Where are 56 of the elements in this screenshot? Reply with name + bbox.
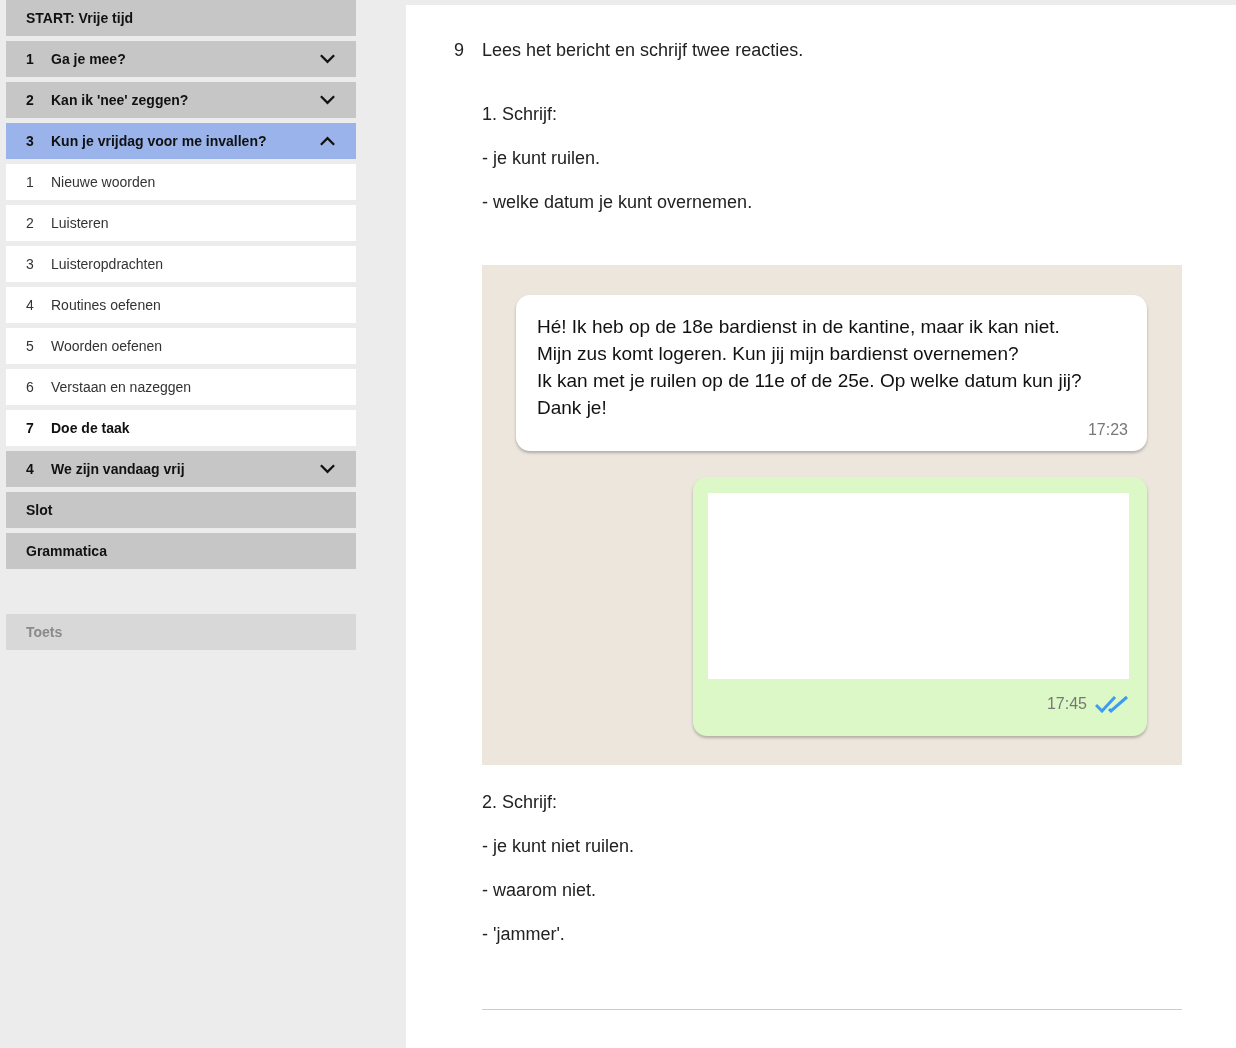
- bullet-text: - welke datum je kunt overnemen.: [482, 191, 754, 213]
- chapter-label: We zijn vandaag vrij: [51, 461, 186, 477]
- chapter-number: 4: [26, 461, 35, 477]
- lesson-item[interactable]: 2 Luisteren: [6, 205, 356, 241]
- section-item[interactable]: Grammatica: [6, 533, 356, 569]
- lesson-number: 3: [26, 256, 35, 272]
- chapter-item[interactable]: 1 Ga je mee?: [6, 41, 356, 77]
- part-heading: 2. Schrijf:: [482, 791, 559, 813]
- bullet-text: - je kunt ruilen.: [482, 147, 602, 169]
- section-label: Slot: [26, 502, 54, 518]
- reply-time: 17:45: [1046, 695, 1087, 713]
- section-label: Grammatica: [26, 543, 108, 559]
- lesson-item[interactable]: 7 Doe de taak: [6, 410, 356, 446]
- chapter-item[interactable]: 4 We zijn vandaag vrij: [6, 451, 356, 487]
- lesson-number: 1: [26, 174, 35, 190]
- lesson-label: Doe de taak: [51, 420, 131, 436]
- part-heading: 1. Schrijf:: [482, 103, 559, 125]
- section-item[interactable]: Slot: [6, 492, 356, 528]
- chevron-down-icon[interactable]: [319, 53, 336, 65]
- lesson-item[interactable]: 3 Luisteropdrachten: [6, 246, 356, 282]
- section-item[interactable]: START: Vrije tijd: [6, 0, 356, 36]
- lesson-number: 2: [26, 215, 35, 231]
- bullet-text: - 'jammer'.: [482, 923, 566, 945]
- lesson-label: Routines oefenen: [51, 297, 162, 313]
- lesson-number: 4: [26, 297, 35, 313]
- lesson-number: 7: [26, 420, 35, 436]
- exercise-instruction: Lees het bericht en schrijf twee reacties.: [482, 40, 804, 61]
- chevron-up-icon[interactable]: [319, 135, 336, 147]
- chapter-label: Kun je vrijdag voor me invallen?: [51, 133, 268, 149]
- chapter-item[interactable]: 2 Kan ik 'nee' zeggen?: [6, 82, 356, 118]
- test-label: Toets: [26, 624, 64, 640]
- lesson-label: Nieuwe woorden: [51, 174, 157, 190]
- message-time: 17:23: [1087, 421, 1128, 439]
- chapter-number: 2: [26, 92, 35, 108]
- lesson-item[interactable]: 4 Routines oefenen: [6, 287, 356, 323]
- lesson-item[interactable]: 6 Verstaan en nazeggen: [6, 369, 356, 405]
- chapter-number: 3: [26, 133, 35, 149]
- chapter-label: Ga je mee?: [51, 51, 127, 67]
- lesson-label: Luisteropdrachten: [51, 256, 165, 272]
- lesson-number: 6: [26, 379, 35, 395]
- section-label: START: Vrije tijd: [26, 10, 135, 26]
- lesson-item[interactable]: 5 Woorden oefenen: [6, 328, 356, 364]
- chapter-item[interactable]: 3 Kun je vrijdag voor me invallen?: [6, 123, 356, 159]
- lesson-label: Woorden oefenen: [51, 338, 164, 354]
- lesson-label: Verstaan en nazeggen: [51, 379, 193, 395]
- bullet-text: - je kunt niet ruilen.: [482, 835, 636, 857]
- exercise-number: 9: [454, 40, 465, 61]
- chevron-down-icon[interactable]: [319, 94, 336, 106]
- lesson-label: Luisteren: [51, 215, 110, 231]
- chapter-number: 1: [26, 51, 35, 67]
- chapter-label: Kan ik 'nee' zeggen?: [51, 92, 190, 108]
- bullet-text: - waarom niet.: [482, 879, 598, 901]
- lesson-number: 5: [26, 338, 35, 354]
- chevron-down-icon[interactable]: [319, 463, 336, 475]
- message-text: Hé! Ik heb op de 18e bardienst in de kantine, maar ik kan niet. Mijn zus komt logeren. Kun jij mijn bardienst overnemen? Ik kan met je ruilen op de 11e of de 25e. Op welke datum kun jij? Dank je!: [537, 315, 1083, 420]
- lesson-item[interactable]: 1 Nieuwe woorden: [6, 164, 356, 200]
